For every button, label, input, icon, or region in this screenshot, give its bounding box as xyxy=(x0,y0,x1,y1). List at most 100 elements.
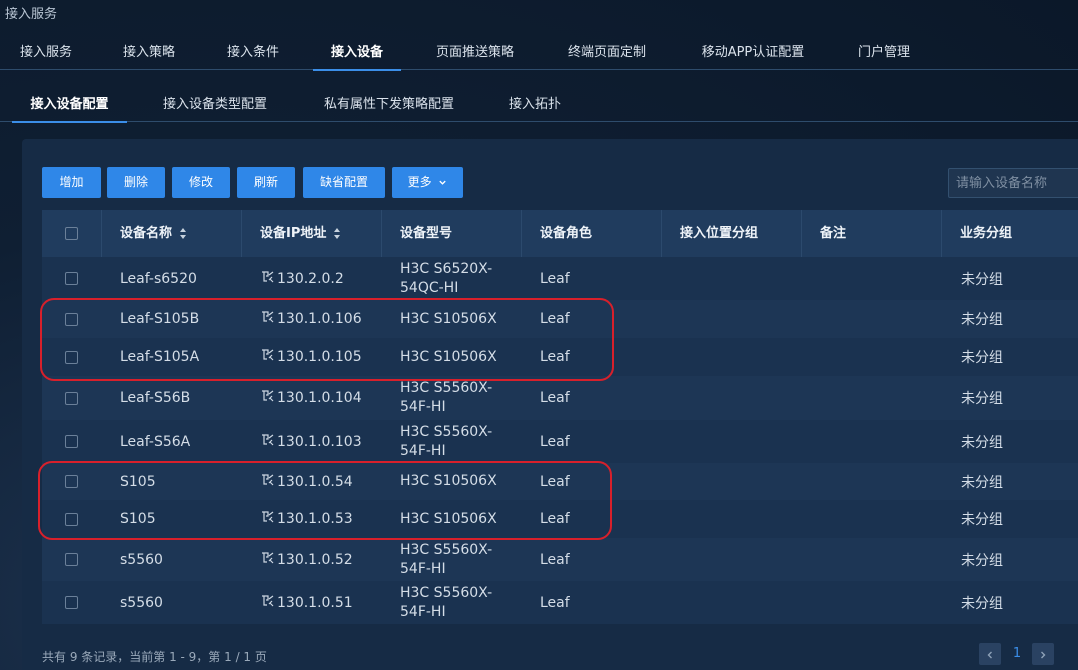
row-checkbox[interactable] xyxy=(65,596,78,609)
tab-private-attr-policy-config[interactable]: 私有属性下发策略配置 xyxy=(304,88,474,122)
tab-access-topology[interactable]: 接入拓扑 xyxy=(493,88,577,122)
device-ip-cell[interactable]: 130.1.0.103 xyxy=(242,420,382,463)
column-header-label: 业务分组 xyxy=(960,226,1013,241)
location-group-cell xyxy=(662,500,802,538)
business-group-cell-text: 未分组 xyxy=(961,595,1003,612)
refresh-button[interactable]: 刷新 xyxy=(237,167,295,198)
device-name-cell[interactable]: Leaf-S56B xyxy=(102,376,242,420)
device-model-cell: H3C S5560X-54F-HI xyxy=(382,581,522,624)
remark-cell xyxy=(802,581,942,624)
pagination-summary: 共有 9 条记录，当前第 1 - 9，第 1 / 1 页 xyxy=(42,650,267,664)
column-header-label: 设备名称 xyxy=(120,226,173,241)
default-config-button[interactable]: 缺省配置 xyxy=(303,167,385,198)
column-header-label: 设备型号 xyxy=(400,226,453,241)
tab-access-device-config[interactable]: 接入设备配置 xyxy=(12,88,127,123)
device-ip-text: 130.1.0.104 xyxy=(277,390,362,406)
remark-cell xyxy=(802,463,942,500)
tab-portal-management[interactable]: 门户管理 xyxy=(841,36,927,70)
table-row[interactable]: Leaf-S56A 130.1.0.103 H3C S5560X-54F-HI Lea… xyxy=(42,420,1078,463)
device-name-cell-text: Leaf-S56A xyxy=(120,433,191,450)
business-group-cell: 未分组 xyxy=(942,420,1078,463)
tab-access-policy[interactable]: 接入策略 xyxy=(106,36,192,70)
device-ip-cell[interactable]: 130.1.0.51 xyxy=(242,581,382,624)
remark-cell xyxy=(802,376,942,420)
device-role-cell: Leaf xyxy=(522,376,662,420)
location-group-cell xyxy=(662,257,802,300)
location-group-cell xyxy=(662,300,802,338)
tab-mobile-app-auth[interactable]: 移动APP认证配置 xyxy=(682,36,824,70)
device-model-text: H3C S6520X-54QC-HI xyxy=(400,260,493,296)
device-link-icon[interactable] xyxy=(260,550,276,566)
row-checkbox[interactable] xyxy=(65,435,78,448)
device-link-icon[interactable] xyxy=(260,432,276,448)
table-row[interactable]: s5560 130.1.0.52 H3C S5560X-54F-HI Leaf 未分组 xyxy=(42,538,1078,581)
modify-button[interactable]: 修改 xyxy=(172,167,230,198)
row-checkbox[interactable] xyxy=(65,272,78,285)
add-button[interactable]: 增加 xyxy=(42,167,101,198)
device-model-text: H3C S5560X-54F-HI xyxy=(400,584,493,620)
row-select-cell xyxy=(42,420,102,463)
tab-access-service[interactable]: 接入服务 xyxy=(3,36,89,70)
table-row[interactable]: Leaf-S56B 130.1.0.104 H3C S5560X-54F-HI Lea… xyxy=(42,376,1078,420)
device-role-cell: Leaf xyxy=(522,581,662,624)
tab-terminal-page-custom[interactable]: 终端页面定制 xyxy=(550,36,664,70)
table-row[interactable]: Leaf-s6520 130.2.0.2 H3C S6520X-54QC-HI Lea… xyxy=(42,257,1078,300)
device-name-cell[interactable]: Leaf-s6520 xyxy=(102,257,242,300)
main-tab-bar: 接入服务 接入策略 接入条件 接入设备 页面推送策略 终端页面定制 移动APP认… xyxy=(0,36,1078,71)
device-ip-text: 130.2.0.2 xyxy=(277,270,344,287)
column-header-device-ip[interactable]: 设备IP地址 xyxy=(242,210,382,257)
previous-page-button[interactable] xyxy=(979,643,1001,665)
sort-icon[interactable] xyxy=(334,228,341,239)
window-title: 接入服务 xyxy=(5,7,58,22)
device-name-cell-text: Leaf-S56B xyxy=(120,390,191,406)
remark-cell xyxy=(802,538,942,581)
chevron-right-icon xyxy=(1041,651,1046,658)
tab-access-device[interactable]: 接入设备 xyxy=(313,36,401,71)
location-group-cell xyxy=(662,338,802,376)
column-header-device-role: 设备角色 xyxy=(522,210,662,257)
column-header-device-model: 设备型号 xyxy=(382,210,522,257)
device-name-cell[interactable]: s5560 xyxy=(102,581,242,624)
device-name-search-input[interactable] xyxy=(948,168,1078,198)
location-group-cell xyxy=(662,463,802,500)
next-page-button[interactable] xyxy=(1032,643,1054,665)
header-select-cell xyxy=(42,210,102,257)
tab-page-push-policy[interactable]: 页面推送策略 xyxy=(418,36,532,70)
select-all-checkbox[interactable] xyxy=(65,227,78,240)
business-group-cell-text: 未分组 xyxy=(961,434,1003,451)
business-group-cell: 未分组 xyxy=(942,300,1078,338)
device-name-cell[interactable]: Leaf-S56A xyxy=(102,420,242,463)
sort-icon[interactable] xyxy=(180,228,187,239)
row-select-cell xyxy=(42,538,102,581)
device-model-text: H3C S5560X-54F-HI xyxy=(400,423,493,459)
device-link-icon[interactable] xyxy=(260,388,276,404)
business-group-cell: 未分组 xyxy=(942,376,1078,420)
row-checkbox[interactable] xyxy=(65,553,78,566)
delete-button[interactable]: 删除 xyxy=(107,167,165,198)
device-name-cell[interactable]: s5560 xyxy=(102,538,242,581)
device-link-icon[interactable] xyxy=(260,593,276,609)
table-header: 设备名称 设备IP地址 设备型号 设备角色 接入位置分组 备注 业务分组 xyxy=(42,210,1078,257)
more-button[interactable]: 更多 xyxy=(392,167,463,198)
tab-access-condition[interactable]: 接入条件 xyxy=(210,36,296,70)
business-group-cell: 未分组 xyxy=(942,338,1078,376)
table-row[interactable]: s5560 130.1.0.51 H3C S5560X-54F-HI Leaf 未分组 xyxy=(42,581,1078,624)
sub-tab-bar: 接入设备配置 接入设备类型配置 私有属性下发策略配置 接入拓扑 xyxy=(0,88,1078,123)
device-ip-cell[interactable]: 130.1.0.52 xyxy=(242,538,382,581)
location-group-cell xyxy=(662,581,802,624)
device-ip-cell[interactable]: 130.2.0.2 xyxy=(242,257,382,300)
device-link-icon[interactable] xyxy=(260,269,276,285)
column-header-remark: 备注 xyxy=(802,210,942,257)
tab-access-device-type-config[interactable]: 接入设备类型配置 xyxy=(145,88,285,122)
device-name-cell-text: s5560 xyxy=(120,551,163,568)
column-header-label: 设备IP地址 xyxy=(260,226,327,241)
location-group-cell xyxy=(662,538,802,581)
device-model-cell: H3C S6520X-54QC-HI xyxy=(382,257,522,300)
business-group-cell-text: 未分组 xyxy=(961,552,1003,569)
current-page-number[interactable]: 1 xyxy=(1009,643,1025,665)
device-ip-cell[interactable]: 130.1.0.104 xyxy=(242,376,382,420)
column-header-device-name[interactable]: 设备名称 xyxy=(102,210,242,257)
row-checkbox[interactable] xyxy=(65,391,78,405)
device-name-cell-text: Leaf-s6520 xyxy=(120,270,197,287)
device-role-cell-text: Leaf xyxy=(540,270,570,287)
